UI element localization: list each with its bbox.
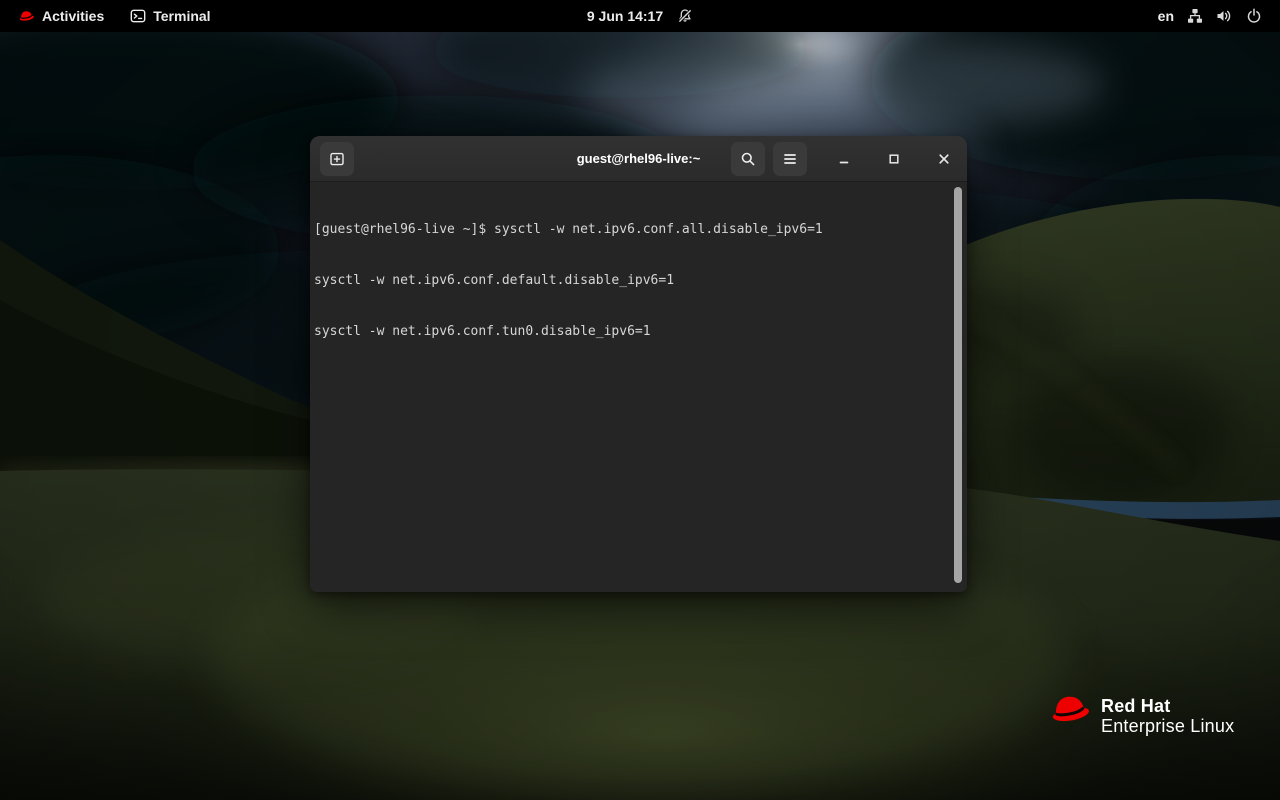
terminal-headerbar[interactable]: guest@rhel96-live:~ (310, 136, 967, 182)
keyboard-layout-indicator: en (1158, 8, 1174, 24)
new-tab-button[interactable] (320, 142, 354, 176)
terminal-line: [guest@rhel96-live ~]$ sysctl -w net.ipv… (314, 221, 949, 238)
app-menu-terminal[interactable]: Terminal (120, 0, 220, 32)
maximize-icon (886, 151, 902, 167)
minimize-button[interactable] (831, 146, 857, 172)
menu-button[interactable] (773, 142, 807, 176)
close-button[interactable] (931, 146, 957, 172)
terminal-output[interactable]: [guest@rhel96-live ~]$ sysctl -w net.ipv… (310, 182, 967, 591)
activities-button[interactable]: Activities (14, 0, 114, 32)
terminal-app-icon (130, 8, 146, 24)
power-icon (1246, 8, 1262, 24)
close-icon (936, 151, 952, 167)
maximize-button[interactable] (881, 146, 907, 172)
search-icon (740, 151, 756, 167)
brand-product-edition: Enterprise Linux (1101, 716, 1234, 736)
rhel-branding: Red Hat Enterprise Linux (1048, 691, 1234, 736)
system-status-menu[interactable]: en (1148, 0, 1272, 32)
terminal-window: guest@rhel96-live:~ (310, 136, 967, 592)
hamburger-menu-icon (783, 153, 797, 165)
minimize-icon (836, 151, 852, 167)
topbar-left: Activities Terminal (0, 0, 221, 32)
app-menu-label: Terminal (153, 8, 210, 24)
headerbar-controls (731, 142, 957, 176)
clock-button[interactable]: 9 Jun 14:17 (577, 0, 703, 32)
clock-label: 9 Jun 14:17 (587, 8, 663, 24)
notifications-off-icon (677, 8, 693, 24)
redhat-logo-icon (18, 9, 35, 23)
brand-product-name: Red Hat (1101, 696, 1234, 716)
wired-network-icon (1187, 8, 1203, 24)
volume-icon (1216, 8, 1233, 24)
terminal-line: sysctl -w net.ipv6.conf.default.disable_… (314, 272, 949, 289)
topbar-right: en (1148, 0, 1280, 32)
new-tab-icon (329, 151, 345, 167)
top-bar: Activities Terminal 9 Jun 14:17 (0, 0, 1280, 32)
activities-label: Activities (42, 8, 104, 24)
terminal-line: sysctl -w net.ipv6.conf.tun0.disable_ipv… (314, 323, 949, 340)
terminal-scrollbar[interactable] (954, 187, 962, 583)
redhat-fedora-icon (1048, 691, 1092, 727)
search-button[interactable] (731, 142, 765, 176)
